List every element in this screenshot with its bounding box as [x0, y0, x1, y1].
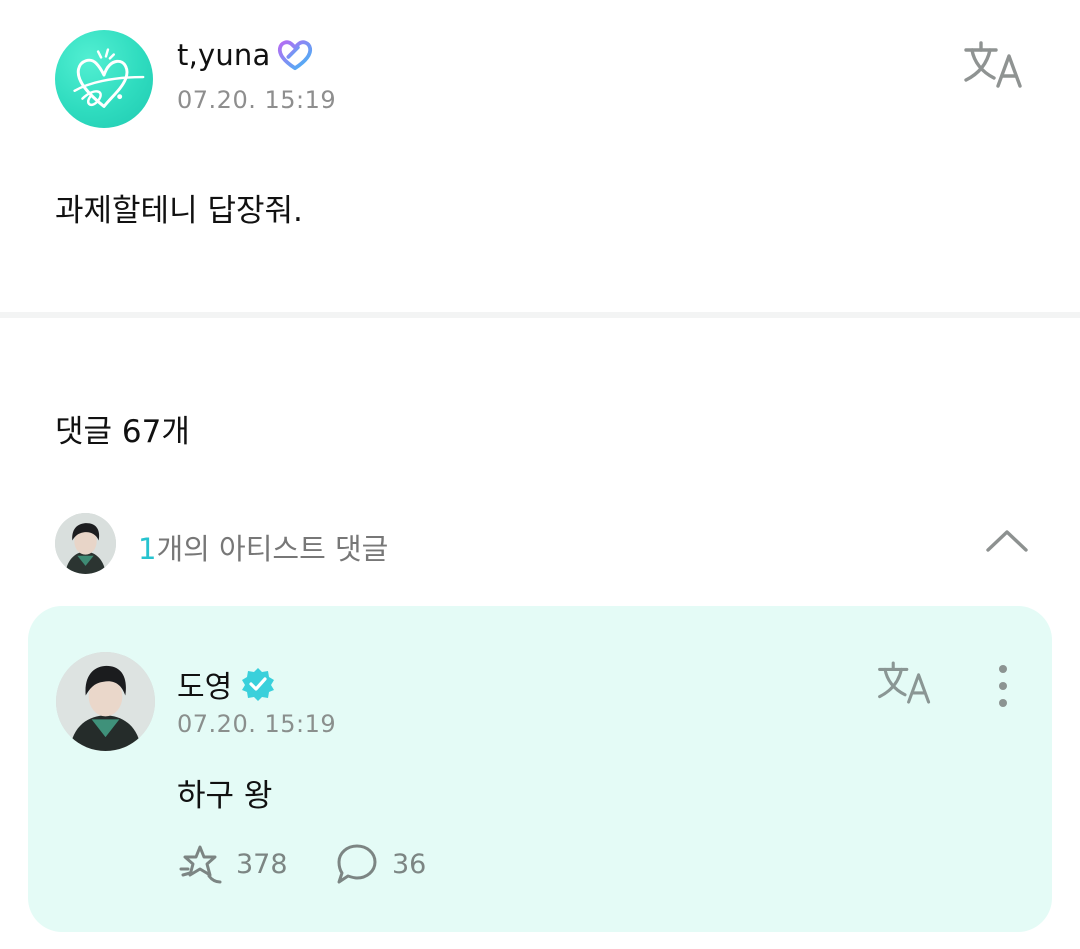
heart-badge-icon [278, 40, 313, 71]
comment-author-name[interactable]: 도영 [177, 662, 232, 706]
translate-icon [964, 41, 1022, 88]
artist-comment-summary-label: 개의 아티스트 댓글 [156, 532, 389, 566]
artist-comment-summary[interactable]: 1개의 아티스트 댓글 [138, 526, 388, 568]
star-like-icon [179, 845, 222, 884]
reply-count: 36 [392, 848, 427, 880]
chevron-up-icon [986, 530, 1028, 552]
artist-comment-count: 1 [138, 532, 157, 566]
section-divider [0, 312, 1080, 318]
comment-timestamp: 07.20. 15:19 [177, 710, 337, 738]
comment-author-avatar[interactable] [56, 652, 155, 751]
like-button[interactable]: 378 [178, 842, 288, 886]
more-vertical-icon [999, 665, 1007, 707]
comment-author[interactable]: 도영 [177, 662, 276, 706]
verified-badge-icon [242, 668, 275, 701]
translate-icon [878, 661, 931, 704]
like-count: 378 [236, 848, 288, 880]
post-author[interactable]: t,yuna [177, 38, 314, 72]
comment-avatar-image [56, 652, 155, 751]
post-author-avatar[interactable] [55, 30, 153, 128]
post-author-name[interactable]: t,yuna [177, 38, 270, 72]
artist-comment-avatar[interactable] [55, 513, 116, 574]
post-detail-page: t,yuna 07.20. 15:19 과제할테니 답장줘. 댓글 67개 1개… [0, 0, 1080, 949]
artist-avatar-image [55, 513, 116, 574]
collapse-artist-comments-button[interactable] [984, 526, 1030, 556]
comment-body: 하구 왕 [177, 778, 273, 814]
post-body: 과제할테니 답장줘. [55, 193, 303, 229]
speech-bubble-icon [337, 844, 377, 884]
comment-count-label: 댓글 67개 [55, 414, 190, 450]
signature-logo-icon [73, 48, 145, 108]
comment-translate-button[interactable] [876, 660, 934, 706]
comment-more-button[interactable] [994, 664, 1012, 708]
post-translate-button[interactable] [962, 40, 1026, 90]
reply-button[interactable]: 36 [334, 842, 426, 886]
post-timestamp: 07.20. 15:19 [177, 86, 337, 114]
